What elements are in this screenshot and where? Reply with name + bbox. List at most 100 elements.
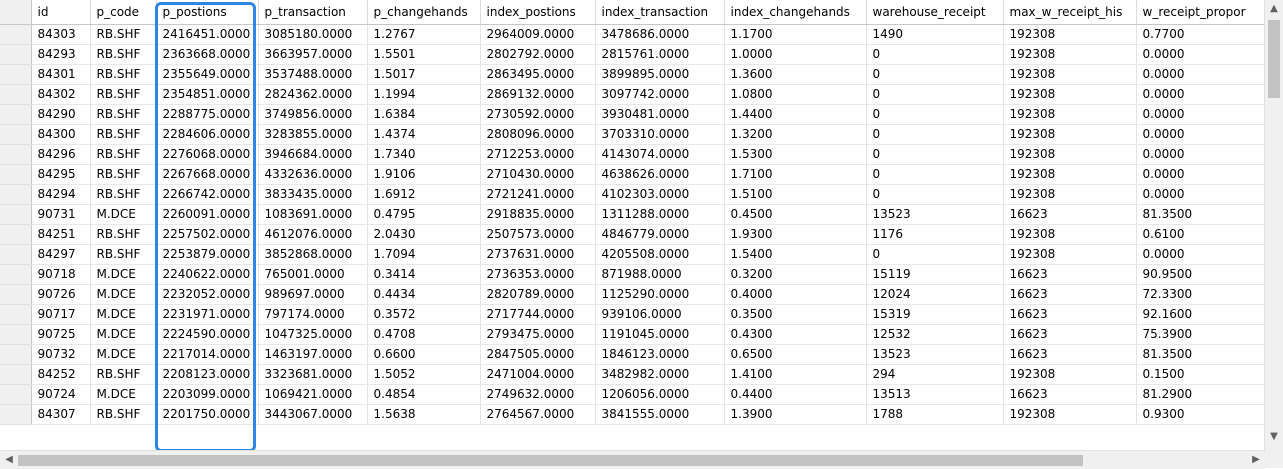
cell-warehouse-receipt[interactable]: 15319 [866, 304, 1004, 325]
cell-warehouse-receipt[interactable]: 15119 [866, 264, 1004, 285]
cell-index-changehands[interactable]: 1.7100 [724, 164, 867, 185]
cell-p-code[interactable]: M.DCE [90, 344, 157, 365]
cell-index-changehands[interactable]: 1.0000 [724, 44, 867, 65]
cell-id[interactable]: 90724 [31, 384, 91, 405]
cell-p-code[interactable]: M.DCE [90, 264, 157, 285]
cell-p-postions[interactable]: 2355649.0000 [156, 64, 259, 85]
cell-index-transaction[interactable]: 4143074.0000 [595, 144, 725, 165]
cell-p-postions[interactable]: 2224590.0000 [156, 324, 259, 345]
cell-w-receipt-propor[interactable]: 0.6100 [1136, 224, 1265, 245]
cell-w-receipt-propor[interactable]: 90.9500 [1136, 264, 1265, 285]
cell-p-transaction[interactable]: 3852868.0000 [258, 244, 368, 265]
cell-p-code[interactable]: RB.SHF [90, 84, 157, 105]
table-row[interactable]: 90726 M.DCE 2232052.0000 989697.0000 0.4434 2… [0, 284, 1265, 305]
cell-index-changehands[interactable]: 0.4000 [724, 284, 867, 305]
table-row[interactable]: 84300 RB.SHF 2284606.0000 3283855.0000 1.437… [0, 124, 1265, 145]
table-row[interactable]: 84295 RB.SHF 2267668.0000 4332636.0000 1.910… [0, 164, 1265, 185]
column-header-warehouse-receipt[interactable]: warehouse_receipt [866, 0, 1004, 25]
cell-p-code[interactable]: RB.SHF [90, 364, 157, 385]
column-header-index-transaction[interactable]: index_transaction [595, 0, 725, 25]
table-row[interactable]: 90718 M.DCE 2240622.0000 765001.0000 0.3414 2… [0, 264, 1265, 285]
cell-p-changehands[interactable]: 0.4434 [367, 284, 481, 305]
cell-w-receipt-propor[interactable]: 0.0000 [1136, 184, 1265, 205]
cell-p-transaction[interactable]: 3283855.0000 [258, 124, 368, 145]
cell-w-receipt-propor[interactable]: 0.0000 [1136, 244, 1265, 265]
cell-p-code[interactable]: RB.SHF [90, 144, 157, 165]
cell-p-changehands[interactable]: 1.5052 [367, 364, 481, 385]
table-row[interactable]: 90731 M.DCE 2260091.0000 1083691.0000 0.4795… [0, 204, 1265, 225]
row-selector[interactable] [0, 164, 32, 185]
cell-p-code[interactable]: RB.SHF [90, 184, 157, 205]
cell-id[interactable]: 90717 [31, 304, 91, 325]
cell-warehouse-receipt[interactable]: 13513 [866, 384, 1004, 405]
cell-index-postions[interactable]: 2808096.0000 [480, 124, 596, 145]
cell-index-postions[interactable]: 2964009.0000 [480, 24, 596, 45]
row-selector[interactable] [0, 84, 32, 105]
table-row[interactable]: 84294 RB.SHF 2266742.0000 3833435.0000 1.691… [0, 184, 1265, 205]
cell-index-changehands[interactable]: 1.9300 [724, 224, 867, 245]
cell-w-receipt-propor[interactable]: 0.1500 [1136, 364, 1265, 385]
cell-warehouse-receipt[interactable]: 0 [866, 104, 1004, 125]
cell-p-changehands[interactable]: 1.4374 [367, 124, 481, 145]
cell-max-w-receipt-his[interactable]: 192308 [1003, 44, 1137, 65]
cell-warehouse-receipt[interactable]: 0 [866, 64, 1004, 85]
cell-p-code[interactable]: RB.SHF [90, 404, 157, 425]
cell-index-transaction[interactable]: 1846123.0000 [595, 344, 725, 365]
cell-index-postions[interactable]: 2869132.0000 [480, 84, 596, 105]
cell-index-transaction[interactable]: 3841555.0000 [595, 404, 725, 425]
cell-w-receipt-propor[interactable]: 72.3300 [1136, 284, 1265, 305]
cell-p-code[interactable]: RB.SHF [90, 124, 157, 145]
cell-warehouse-receipt[interactable]: 1788 [866, 404, 1004, 425]
cell-w-receipt-propor[interactable]: 75.3900 [1136, 324, 1265, 345]
cell-id[interactable]: 84251 [31, 224, 91, 245]
cell-p-transaction[interactable]: 4612076.0000 [258, 224, 368, 245]
cell-w-receipt-propor[interactable]: 92.1600 [1136, 304, 1265, 325]
cell-index-postions[interactable]: 2712253.0000 [480, 144, 596, 165]
table-row[interactable]: 90732 M.DCE 2217014.0000 1463197.0000 0.6600… [0, 344, 1265, 365]
cell-p-changehands[interactable]: 1.9106 [367, 164, 481, 185]
cell-p-changehands[interactable]: 1.7340 [367, 144, 481, 165]
cell-p-changehands[interactable]: 1.7094 [367, 244, 481, 265]
cell-p-transaction[interactable]: 3833435.0000 [258, 184, 368, 205]
cell-index-postions[interactable]: 2802792.0000 [480, 44, 596, 65]
cell-w-receipt-propor[interactable]: 0.0000 [1136, 64, 1265, 85]
cell-index-changehands[interactable]: 0.3200 [724, 264, 867, 285]
cell-index-changehands[interactable]: 1.5300 [724, 144, 867, 165]
table-row[interactable]: 90724 M.DCE 2203099.0000 1069421.0000 0.4854… [0, 384, 1265, 405]
cell-p-transaction[interactable]: 1069421.0000 [258, 384, 368, 405]
cell-p-changehands[interactable]: 0.3414 [367, 264, 481, 285]
cell-w-receipt-propor[interactable]: 0.0000 [1136, 164, 1265, 185]
cell-index-postions[interactable]: 2736353.0000 [480, 264, 596, 285]
chevron-left-icon[interactable]: ◀ [0, 451, 18, 469]
cell-max-w-receipt-his[interactable]: 192308 [1003, 224, 1137, 245]
cell-index-changehands[interactable]: 0.4300 [724, 324, 867, 345]
cell-index-changehands[interactable]: 1.0800 [724, 84, 867, 105]
cell-index-postions[interactable]: 2749632.0000 [480, 384, 596, 405]
vertical-scroll-thumb[interactable] [1268, 20, 1280, 98]
row-selector[interactable] [0, 244, 32, 265]
cell-index-changehands[interactable]: 1.4100 [724, 364, 867, 385]
cell-max-w-receipt-his[interactable]: 192308 [1003, 124, 1137, 145]
cell-p-postions[interactable]: 2257502.0000 [156, 224, 259, 245]
cell-id[interactable]: 84301 [31, 64, 91, 85]
cell-index-transaction[interactable]: 1311288.0000 [595, 204, 725, 225]
row-selector[interactable] [0, 364, 32, 385]
cell-index-postions[interactable]: 2918835.0000 [480, 204, 596, 225]
cell-id[interactable]: 84307 [31, 404, 91, 425]
cell-id[interactable]: 90718 [31, 264, 91, 285]
row-selector[interactable] [0, 184, 32, 205]
cell-index-transaction[interactable]: 3097742.0000 [595, 84, 725, 105]
cell-index-postions[interactable]: 2793475.0000 [480, 324, 596, 345]
cell-index-transaction[interactable]: 3482982.0000 [595, 364, 725, 385]
row-selector[interactable] [0, 144, 32, 165]
cell-index-changehands[interactable]: 0.3500 [724, 304, 867, 325]
cell-id[interactable]: 90725 [31, 324, 91, 345]
cell-index-transaction[interactable]: 1206056.0000 [595, 384, 725, 405]
cell-index-postions[interactable]: 2730592.0000 [480, 104, 596, 125]
cell-p-transaction[interactable]: 3443067.0000 [258, 404, 368, 425]
cell-max-w-receipt-his[interactable]: 16623 [1003, 304, 1137, 325]
cell-p-code[interactable]: M.DCE [90, 384, 157, 405]
cell-p-transaction[interactable]: 3946684.0000 [258, 144, 368, 165]
cell-max-w-receipt-his[interactable]: 192308 [1003, 144, 1137, 165]
vertical-scrollbar[interactable]: ▲ ▼ [1264, 0, 1283, 450]
